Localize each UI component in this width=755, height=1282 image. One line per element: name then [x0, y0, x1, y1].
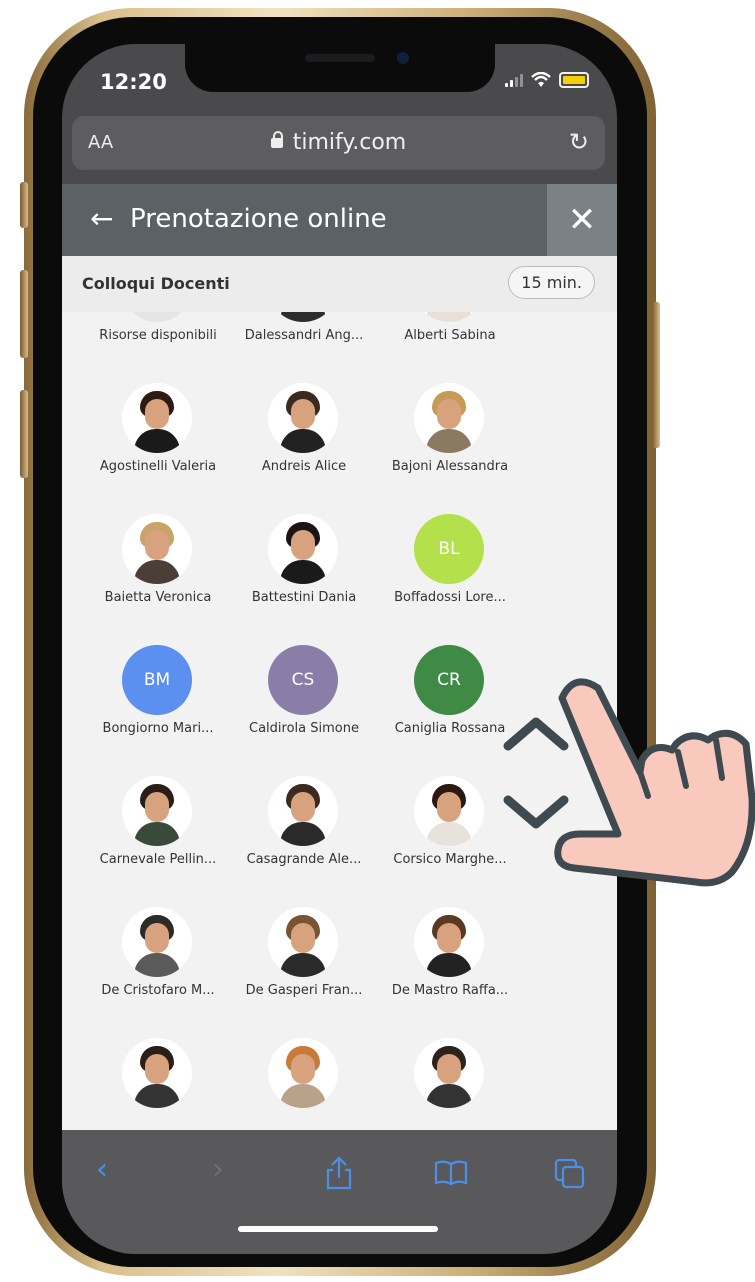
avatar — [122, 383, 192, 453]
avatar: BM — [122, 645, 192, 715]
group-icon — [122, 312, 192, 322]
resource-item[interactable]: Bajoni Alessandra — [376, 383, 524, 513]
resource-item[interactable]: CS Caldirola Simone — [230, 645, 378, 775]
avatar-initials: BL — [438, 539, 460, 559]
resource-item[interactable] — [230, 1038, 378, 1130]
avatar — [268, 1038, 338, 1108]
avatar — [122, 907, 192, 977]
avatar: CR — [414, 645, 484, 715]
phone-screen: 12:20 AA timify.com ↻ ← Prenotazione onl… — [62, 44, 617, 1254]
avatar — [268, 312, 338, 322]
page-title: Prenotazione online — [130, 204, 387, 234]
resource-item[interactable]: Battestini Dania — [230, 514, 378, 644]
avatar: CS — [268, 645, 338, 715]
home-indicator — [238, 1226, 438, 1232]
avatar-initials: CR — [437, 670, 461, 690]
front-camera — [397, 52, 409, 64]
resource-item[interactable]: De Cristofaro M... — [84, 907, 232, 1037]
service-bar: Colloqui Docenti 15 min. — [62, 256, 617, 312]
volume-down-button — [20, 390, 28, 478]
browser-toolbar: ‹ › — [62, 1130, 617, 1254]
reload-icon[interactable]: ↻ — [569, 128, 589, 156]
avatar — [414, 907, 484, 977]
resource-name: Andreis Alice — [261, 459, 347, 474]
resource-name: Casagrande Ale... — [246, 852, 362, 867]
resource-item[interactable]: Casagrande Ale... — [230, 776, 378, 906]
resource-name: De Cristofaro M... — [101, 983, 215, 998]
resource-item[interactable]: Dalessandri Ang... — [230, 312, 378, 382]
avatar — [268, 776, 338, 846]
power-button — [652, 302, 660, 448]
resource-name: Dalessandri Ang... — [244, 328, 364, 343]
tabs-icon[interactable] — [554, 1158, 586, 1190]
volume-up-button — [20, 270, 28, 358]
arrow-left-icon[interactable]: ← — [90, 202, 113, 235]
app-header: ← Prenotazione online ✕ — [62, 184, 617, 256]
avatar — [414, 312, 484, 322]
avatar — [414, 1038, 484, 1108]
wifi-icon — [531, 72, 551, 87]
avatar — [414, 383, 484, 453]
resource-item[interactable]: Carnevale Pellin... — [84, 776, 232, 906]
resource-item[interactable] — [84, 1038, 232, 1130]
chevron-left-icon[interactable]: ‹ — [96, 1152, 108, 1187]
avatar — [122, 514, 192, 584]
resource-item[interactable]: Risorse disponibili — [84, 312, 232, 382]
resource-item[interactable] — [376, 1038, 524, 1130]
resource-name: De Gasperi Fran... — [245, 983, 363, 998]
signal-icon — [505, 73, 523, 87]
resource-name: Bajoni Alessandra — [391, 459, 509, 474]
chevron-right-icon[interactable]: › — [212, 1152, 224, 1187]
resource-name: Boffadossi Lore... — [394, 590, 506, 605]
resource-item[interactable]: Baietta Veronica — [84, 514, 232, 644]
book-icon[interactable] — [434, 1160, 468, 1186]
avatar — [268, 383, 338, 453]
status-icons — [505, 72, 589, 88]
service-name: Colloqui Docenti — [82, 274, 230, 293]
address-bar[interactable]: AA timify.com ↻ — [72, 116, 605, 170]
avatar — [122, 776, 192, 846]
avatar — [414, 776, 484, 846]
resource-item[interactable]: BM Bongiorno Mari... — [84, 645, 232, 775]
resource-name: Carnevale Pellin... — [99, 852, 217, 867]
resource-name: Bongiorno Mari... — [102, 721, 214, 736]
avatar — [268, 907, 338, 977]
earpiece — [305, 54, 375, 62]
resource-item[interactable]: De Mastro Raffa... — [376, 907, 524, 1037]
url-domain: timify.com — [292, 130, 407, 155]
close-icon: ✕ — [567, 200, 597, 240]
resource-item[interactable]: Andreis Alice — [230, 383, 378, 513]
resource-item[interactable]: De Gasperi Fran... — [230, 907, 378, 1037]
share-icon[interactable] — [324, 1156, 354, 1190]
hand-scroll-icon — [503, 678, 755, 887]
avatar: BL — [414, 514, 484, 584]
status-time: 12:20 — [100, 70, 167, 94]
resource-item[interactable]: Agostinelli Valeria — [84, 383, 232, 513]
lock-icon — [270, 131, 283, 148]
avatar-initials: BM — [143, 670, 171, 690]
duration-badge: 15 min. — [508, 266, 595, 299]
battery-icon — [559, 72, 589, 88]
phone-notch — [185, 44, 495, 92]
resource-name: Baietta Veronica — [104, 590, 212, 605]
avatar-initials: CS — [291, 670, 315, 690]
resource-name: Caldirola Simone — [249, 721, 359, 736]
resource-name: Risorse disponibili — [99, 328, 217, 343]
resource-name: Agostinelli Valeria — [99, 459, 217, 474]
resource-item[interactable]: BL Boffadossi Lore... — [376, 514, 524, 644]
close-button[interactable]: ✕ — [547, 184, 617, 256]
resource-item[interactable]: Alberti Sabina — [376, 312, 524, 382]
resource-name: De Mastro Raffa... — [391, 983, 509, 998]
resource-name: Battestini Dania — [251, 590, 357, 605]
resource-name: Alberti Sabina — [404, 328, 496, 343]
url-display[interactable]: timify.com — [72, 130, 605, 155]
avatar — [268, 514, 338, 584]
avatar — [122, 1038, 192, 1108]
silent-switch — [20, 182, 28, 228]
